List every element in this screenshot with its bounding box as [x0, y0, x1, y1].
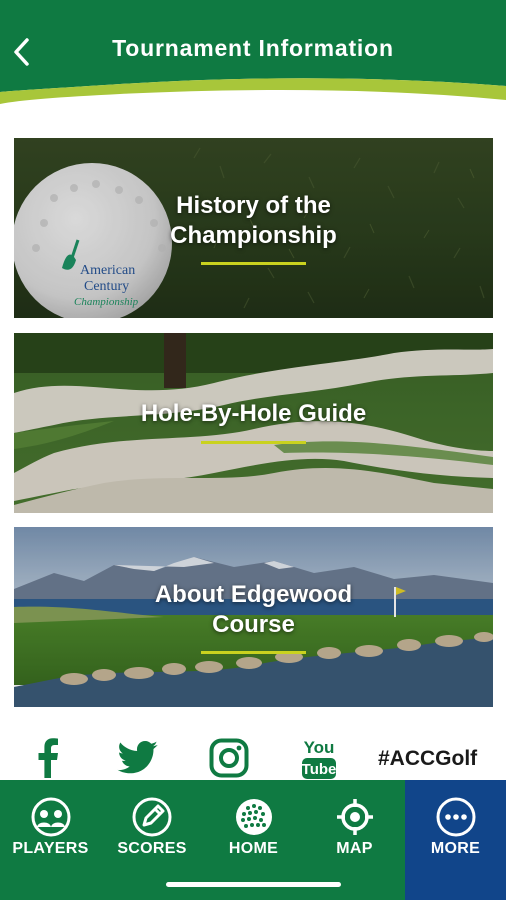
tab-more[interactable]: MORE [405, 780, 506, 900]
scores-icon [132, 797, 172, 837]
tab-label: SCORES [117, 840, 187, 857]
home-indicator [166, 882, 341, 887]
card-hole-by-hole-guide[interactable]: Hole-By-Hole Guide [14, 333, 493, 513]
tab-players[interactable]: PLAYERS [0, 780, 101, 900]
youtube-link[interactable]: You Tube [296, 732, 342, 784]
golf-ball-icon [235, 799, 272, 835]
card-title-line: Championship [170, 222, 337, 249]
card-title-line: History of the [176, 192, 331, 219]
card-accent-underline [201, 651, 306, 654]
players-icon [31, 797, 70, 837]
facebook-icon [38, 738, 58, 778]
card-title-line: About Edgewood [154, 581, 353, 608]
instagram-icon [209, 738, 249, 778]
hashtag-label: #ACCGolf [378, 747, 478, 770]
youtube-logo-text: Tube [302, 761, 337, 778]
instagram-link[interactable] [206, 732, 252, 784]
twitter-link[interactable] [114, 732, 162, 784]
tab-label: MORE [430, 840, 481, 857]
header-bar: Tournament Information [0, 0, 506, 112]
card-history-of-championship[interactable]: American Century Championship History of… [14, 138, 493, 318]
card-accent-underline [201, 262, 306, 265]
twitter-icon [117, 741, 158, 774]
more-icon [436, 797, 475, 837]
youtube-icon: You Tube [302, 738, 337, 779]
tab-label: MAP [336, 840, 373, 857]
map-target-icon [336, 799, 373, 835]
facebook-link[interactable] [26, 732, 70, 784]
tab-label: PLAYERS [12, 840, 89, 857]
card-accent-underline [201, 441, 306, 444]
card-title-line: Course [212, 611, 295, 638]
youtube-logo-text: You [304, 738, 335, 757]
card-title-line: Hole-By-Hole Guide [140, 400, 367, 427]
card-about-edgewood-course[interactable]: About Edgewood Course [14, 527, 493, 707]
page-title: Tournament Information [112, 35, 394, 61]
tab-label: HOME [228, 840, 279, 857]
